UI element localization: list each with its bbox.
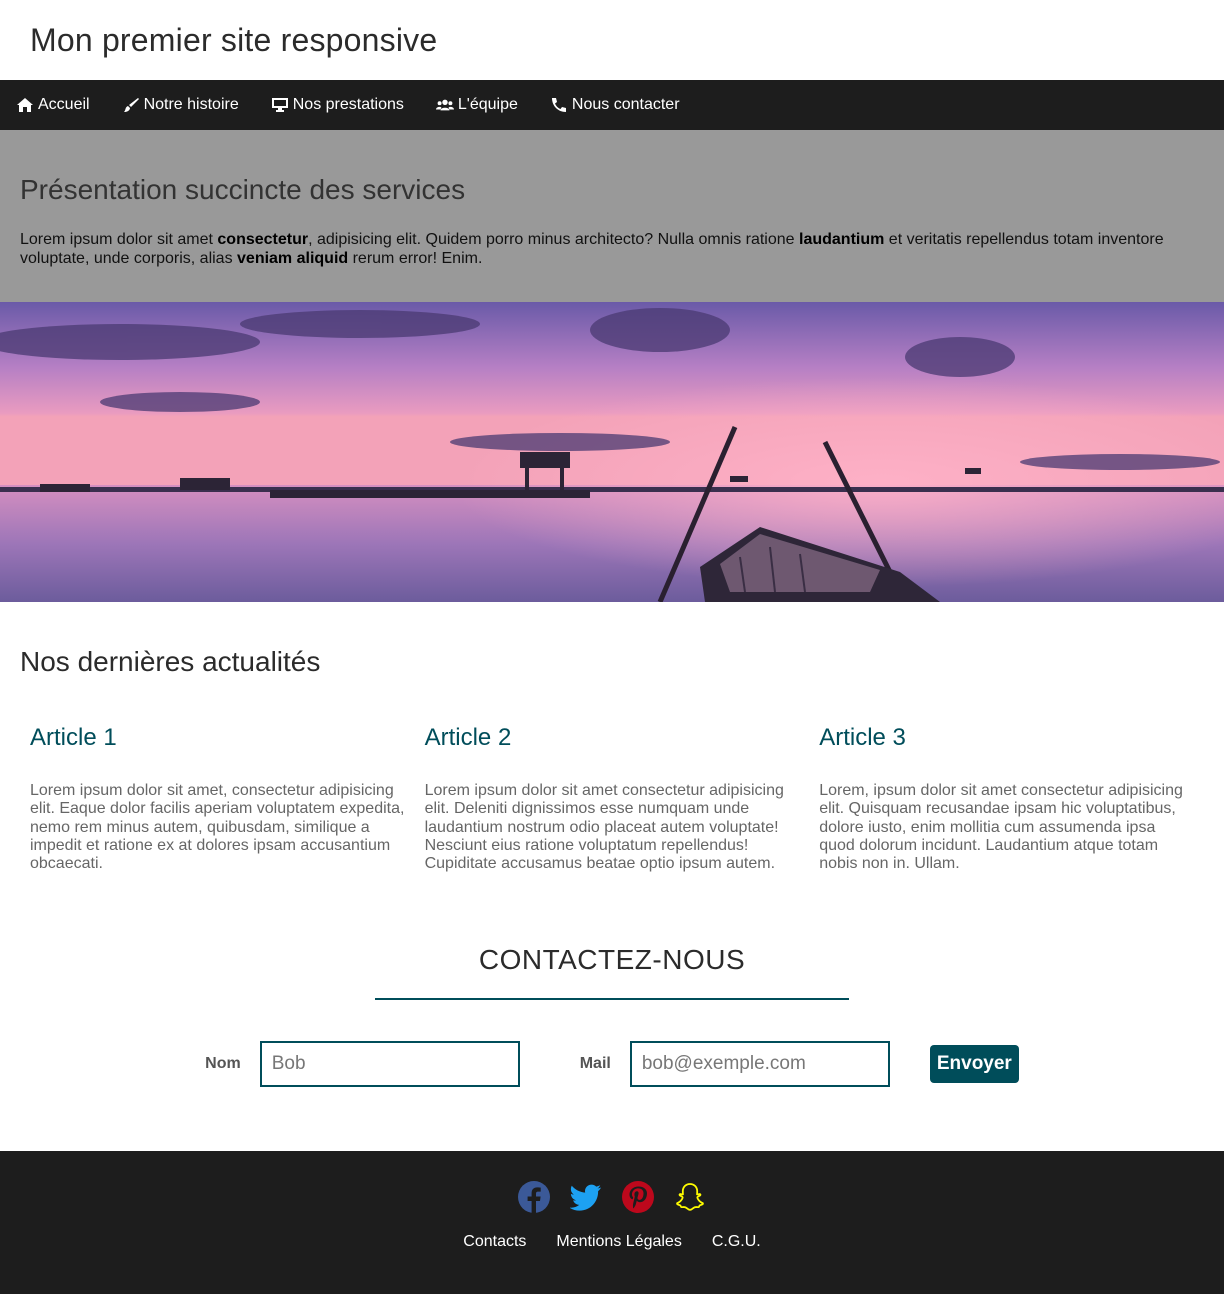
articles-list: Article 1 Lorem ipsum dolor sit amet, co…	[20, 724, 1204, 873]
article-text: Lorem ipsum dolor sit amet consectetur a…	[424, 782, 784, 873]
mail-label: Mail	[579, 1055, 611, 1072]
article-card: Article 3 Lorem, ipsum dolor sit amet co…	[809, 724, 1204, 873]
intro-text-part: , adipisicing elit. Quidem porro minus a…	[308, 231, 799, 248]
nav-item-nous-contacter[interactable]: Nous contacter	[550, 96, 680, 114]
sunset-lake-boat-illustration	[0, 302, 1224, 602]
facebook-icon	[518, 1181, 550, 1213]
intro-text-part: rerum error! Enim.	[348, 250, 483, 267]
paintbrush-icon	[123, 98, 139, 112]
nav-item-equipe[interactable]: L'équipe	[435, 96, 518, 114]
article-text: Lorem, ipsum dolor sit amet consectetur …	[819, 782, 1183, 873]
contact-section: CONTACTEZ-NOUS Nom Mail Envoyer	[0, 932, 1224, 1151]
facebook-link[interactable]	[518, 1181, 550, 1213]
footer-link-cgu[interactable]: C.G.U.	[712, 1233, 761, 1251]
nav-item-nos-prestations[interactable]: Nos prestations	[271, 96, 404, 114]
home-icon	[17, 98, 33, 112]
article-text: Lorem ipsum dolor sit amet, consectetur …	[30, 782, 405, 873]
mail-input[interactable]	[629, 1041, 890, 1087]
footer-link-mentions-legales[interactable]: Mentions Légales	[556, 1233, 681, 1251]
news-title: Nos dernières actualités	[20, 646, 321, 677]
intro-title: Présentation succincte des services	[20, 174, 466, 205]
contact-form: Nom Mail Envoyer	[0, 1041, 1224, 1087]
nav-item-label: Notre histoire	[143, 96, 239, 113]
snapchat-icon	[676, 1183, 704, 1211]
article-title: Article 3	[819, 724, 906, 751]
name-label: Nom	[205, 1055, 241, 1072]
pinterest-link[interactable]	[622, 1181, 654, 1213]
intro-text: Lorem ipsum dolor sit amet consectetur, …	[20, 230, 1200, 268]
name-input[interactable]	[259, 1041, 520, 1087]
contact-divider	[375, 998, 849, 1000]
site-title: Mon premier site responsive	[30, 21, 438, 58]
article-card: Article 1 Lorem ipsum dolor sit amet, co…	[20, 724, 415, 873]
nav-item-notre-histoire[interactable]: Notre histoire	[122, 96, 239, 114]
site-header: Mon premier site responsive	[0, 0, 1224, 80]
nav-item-label: L'équipe	[457, 96, 518, 113]
social-links	[0, 1181, 1224, 1213]
intro-text-part: Lorem ipsum dolor sit amet	[20, 231, 218, 248]
news-section: Nos dernières actualités Article 1 Lorem…	[0, 602, 1224, 932]
twitter-icon	[570, 1184, 601, 1211]
nav-item-label: Nos prestations	[292, 96, 404, 113]
nav-item-label: Accueil	[38, 96, 90, 113]
hero-sunset-image	[0, 302, 1224, 602]
twitter-link[interactable]	[570, 1181, 602, 1213]
users-icon	[435, 99, 454, 111]
intro-bold-part: laudantium	[799, 231, 885, 248]
pinterest-icon	[622, 1181, 654, 1213]
nav-item-label: Nous contacter	[571, 96, 680, 113]
nav-item-accueil[interactable]: Accueil	[16, 96, 90, 114]
footer-link-contacts[interactable]: Contacts	[463, 1233, 526, 1251]
phone-icon	[551, 98, 566, 112]
services-intro: Présentation succincte des services Lore…	[0, 130, 1224, 302]
intro-bold-part: consectetur	[217, 231, 309, 248]
footer-links: Contacts Mentions Légales C.G.U.	[0, 1233, 1224, 1251]
main-nav: Accueil Notre histoire Nos prestations L…	[0, 80, 1224, 130]
site-footer: Contacts Mentions Légales C.G.U.	[0, 1151, 1224, 1294]
contact-title: CONTACTEZ-NOUS	[478, 944, 746, 975]
submit-button[interactable]: Envoyer	[929, 1045, 1019, 1083]
article-title: Article 2	[424, 724, 512, 751]
desktop-icon	[271, 98, 288, 112]
article-title: Article 1	[30, 724, 117, 751]
intro-bold-part: veniam aliquid	[237, 250, 349, 267]
snapchat-link[interactable]	[674, 1181, 706, 1213]
article-card: Article 2 Lorem ipsum dolor sit amet con…	[415, 724, 810, 873]
